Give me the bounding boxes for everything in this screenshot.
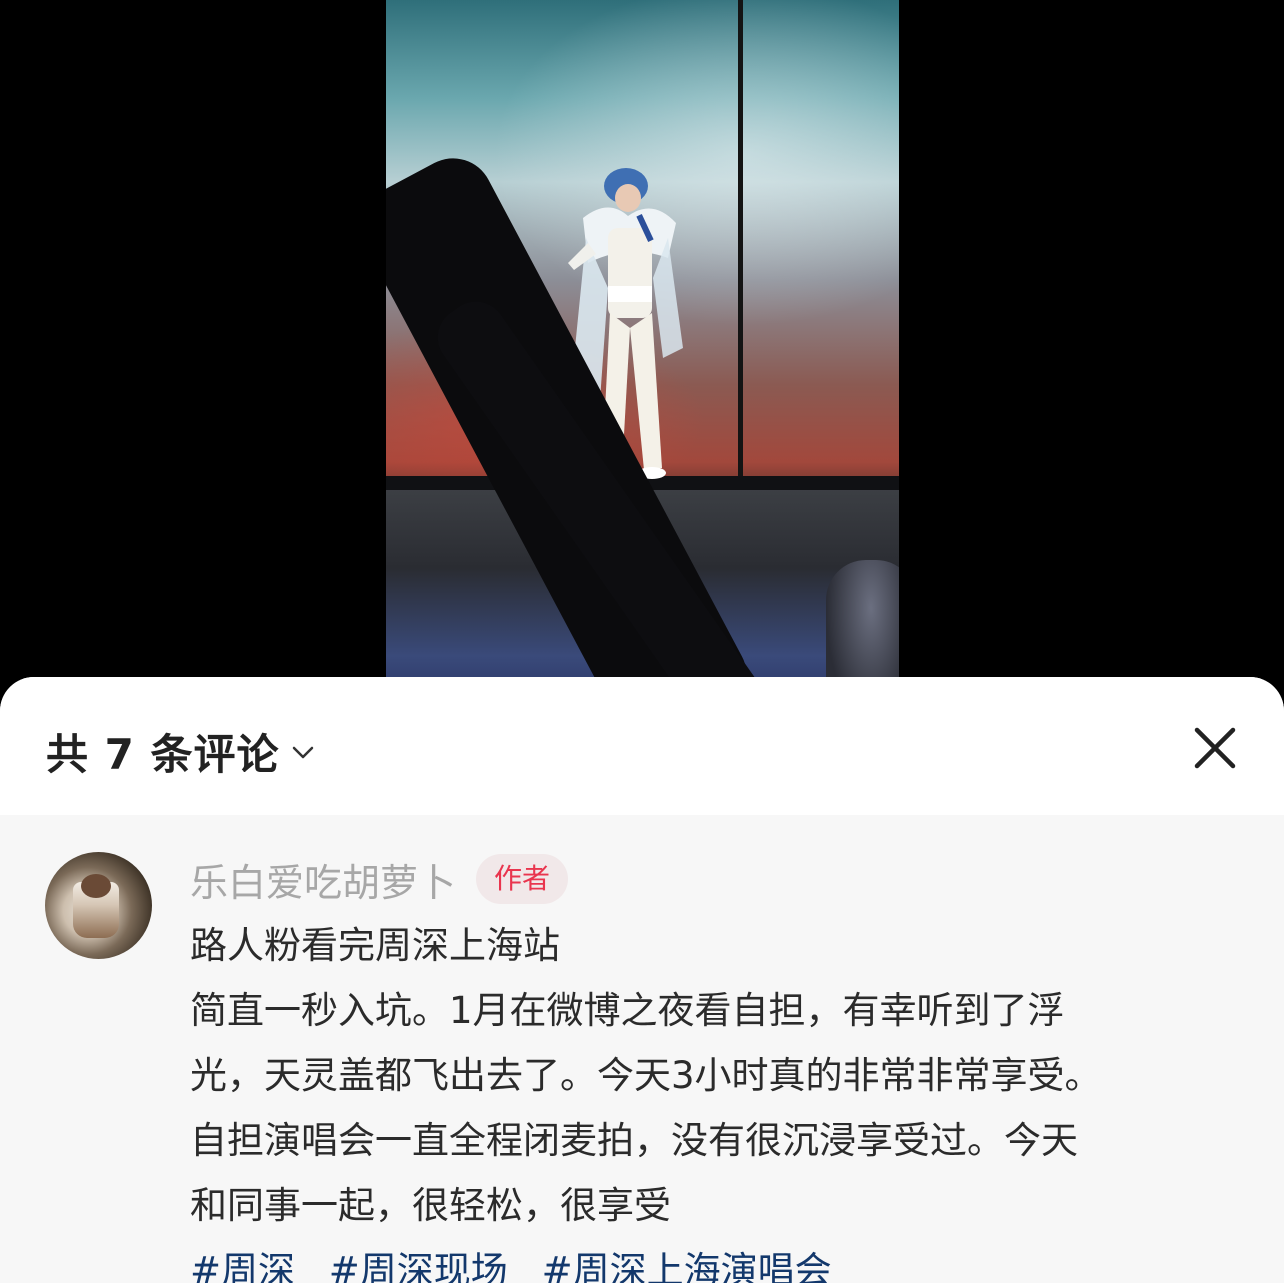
comments-header: 共 7 条评论 [0, 677, 1284, 815]
hashtag-link[interactable]: #周深上海演唱会 [542, 1249, 832, 1283]
comments-sheet: 共 7 条评论 乐白爱吃胡萝卜 作者 路人粉看完周深上海站 简直一秒入坑。1月在… [0, 677, 1284, 1283]
comment-sort-toggle[interactable]: 共 7 条评论 [46, 721, 317, 782]
screen: 共 7 条评论 乐白爱吃胡萝卜 作者 路人粉看完周深上海站 简直一秒入坑。1月在… [0, 0, 1284, 1283]
comment-line: 光，天灵盖都飞出去了。今天3小时真的非常非常享受。 [190, 1054, 1102, 1097]
author-badge: 作者 [476, 854, 569, 904]
comment-line: 简直一秒入坑。1月在微博之夜看自担，有幸听到了浮 [190, 989, 1065, 1032]
comment-line: 自担演唱会一直全程闭麦拍，没有很沉浸享受过。今天 [190, 1119, 1078, 1162]
comment-line: 路人粉看完周深上海站 [190, 924, 560, 967]
avatar-scoop-image [81, 874, 111, 898]
comment-text: 路人粉看完周深上海站 简直一秒入坑。1月在微博之夜看自担，有幸听到了浮 光，天灵… [190, 913, 1224, 1238]
comment-line: 和同事一起，很轻松，很享受 [190, 1184, 671, 1227]
video-player[interactable] [386, 0, 899, 700]
close-icon[interactable] [1192, 725, 1238, 771]
comment-count-label: 共 7 条评论 [46, 730, 280, 779]
author-row: 乐白爱吃胡萝卜 作者 [190, 851, 1224, 907]
hashtag-list: #周深 #周深现场 #周深上海演唱会 [190, 1238, 1224, 1283]
chevron-down-icon [293, 746, 314, 758]
username[interactable]: 乐白爱吃胡萝卜 [190, 852, 456, 907]
comment-item: 乐白爱吃胡萝卜 作者 路人粉看完周深上海站 简直一秒入坑。1月在微博之夜看自担，… [0, 815, 1284, 1283]
hashtag-link[interactable]: #周深现场 [329, 1249, 508, 1283]
avatar[interactable] [45, 852, 152, 959]
hashtag-link[interactable]: #周深 [190, 1249, 295, 1283]
stage-pole [738, 0, 743, 480]
